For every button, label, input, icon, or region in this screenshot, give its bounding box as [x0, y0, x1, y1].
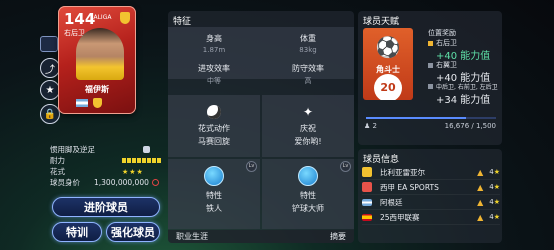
league-crest-icon — [362, 182, 372, 192]
traits-panel: 特征 身高 1.87m 体重 83kg 进攻效率 中等 防守效率 高 花式动作 … — [168, 11, 354, 243]
weight-value: 83kg — [299, 46, 317, 54]
chemistry-icon: ▲ — [477, 182, 484, 192]
card-league: LALIGA — [90, 14, 112, 21]
strengthen-player-button[interactable]: 强化球员 — [106, 222, 160, 242]
reward-3-pos: 中后卫, 右前卫, 左后卫 — [436, 84, 498, 91]
club-crest-icon — [362, 167, 372, 177]
attack-label: 进攻效率 — [198, 64, 230, 73]
skill-move-cell[interactable]: 花式动作 马赛回旋 — [168, 105, 260, 147]
season-name: 25西甲联赛 — [380, 212, 420, 222]
stamina-label: 耐力 — [50, 156, 65, 165]
league-name: 西甲 EA SPORTS — [380, 182, 439, 192]
trait2-cell[interactable]: 特性 铲球大师 — [262, 166, 354, 214]
foot-icon — [143, 146, 150, 153]
career-tab[interactable]: 职业生涯 — [176, 231, 208, 242]
talent-title: 球员天赋 — [363, 17, 400, 27]
club-badge-icon — [120, 12, 130, 24]
skill-label: 花式 — [50, 167, 65, 176]
celebration-value: 爱你哟! — [294, 137, 322, 146]
chemistry-icon: ▲ — [477, 212, 484, 222]
talent-footer: ♟ 2 16,676 / 1,500 — [364, 122, 496, 130]
lock-icon[interactable]: 🔒 — [40, 104, 60, 124]
player-summary: 惯用脚及逆足 耐力 花式 ★★★ 球员身价 1,300,000,000 — [50, 144, 162, 188]
football-icon — [207, 105, 221, 119]
talent-progress-bar — [366, 117, 496, 119]
shield-trait-icon — [298, 166, 318, 186]
value-row: 球员身价 1,300,000,000 — [50, 177, 162, 188]
player-value: 1,300,000,000 — [94, 178, 149, 187]
height-cell: 身高 1.87m — [168, 33, 260, 54]
traits-title: 特征 — [173, 17, 192, 27]
trait1-cell[interactable]: 特性 铁人 — [168, 166, 260, 214]
player-silhouette-icon: ⚽ — [375, 35, 401, 59]
trait1-value: 铁人 — [206, 204, 222, 213]
trait1-label: 特性 — [206, 191, 222, 200]
skill-move-value: 马赛回旋 — [198, 137, 230, 146]
talent-level: 20 — [374, 74, 402, 100]
celebration-icon: ✦ — [302, 105, 314, 119]
advance-player-button[interactable]: 进阶球员 — [52, 197, 160, 217]
value-label: 球员身价 — [50, 178, 80, 187]
height-label: 身高 — [206, 34, 222, 43]
weight-label: 体重 — [300, 34, 316, 43]
chemistry-icon: ▲ — [477, 167, 484, 177]
no-sale-icon — [151, 179, 159, 186]
talent-panel: 球员天赋 ⚽ 角斗士 20 位置奖励 右后卫 +40 能力值 右翼卫 +40 能… — [358, 11, 502, 145]
player-info-panel: 球员信息 比利亚雷亚尔 ▲ 4★ 西甲 EA SPORTS ▲ 4★ 阿根廷 ▲… — [358, 149, 502, 243]
summary-tab[interactable]: 摘要 — [330, 231, 346, 242]
skill-move-label: 花式动作 — [198, 124, 230, 133]
talent-foot-right: 16,676 / 1,500 — [444, 122, 496, 130]
info-row-club[interactable]: 比利亚雷亚尔 ▲ 4★ — [362, 165, 500, 180]
club-mini-badge-icon — [93, 98, 102, 108]
traits-footer: 职业生涯 摘要 — [168, 230, 354, 243]
info-row-league[interactable]: 西甲 EA SPORTS ▲ 4★ — [362, 180, 500, 195]
reward-3-value: +34 能力值 — [436, 95, 491, 106]
trait2-label: 特性 — [300, 191, 316, 200]
spain-flag-icon — [362, 213, 372, 221]
talent-badge[interactable]: ⚽ 角斗士 20 — [363, 28, 413, 100]
train-button[interactable]: 特训 — [52, 222, 102, 242]
foot-row: 惯用脚及逆足 — [50, 144, 162, 155]
player-portrait — [76, 28, 124, 80]
card-player-name: 福伊斯 — [85, 85, 109, 94]
player-card[interactable]: 144 LALIGA 右后卫 福伊斯 — [58, 6, 136, 114]
argentina-flag-icon — [76, 99, 88, 107]
talent-foot-left: ♟ 2 — [364, 122, 377, 130]
celebration-cell[interactable]: ✦ 庆祝 爱你哟! — [262, 105, 354, 147]
argentina-flag-icon — [362, 198, 372, 206]
defense-label: 防守效率 — [292, 64, 324, 73]
nation-name: 阿根廷 — [380, 197, 403, 207]
reward-line-3: 中后卫, 右前卫, 左后卫 — [428, 82, 498, 91]
celebration-label: 庆祝 — [300, 124, 316, 133]
skill-row: 花式 ★★★ — [50, 166, 162, 177]
stamina-bars — [122, 158, 161, 163]
diamond-trait-icon — [204, 166, 224, 186]
attack-value: 中等 — [207, 77, 221, 85]
position-reward-title: 位置奖励 — [428, 29, 456, 37]
talent-progress-fill — [366, 117, 467, 119]
info-row-season[interactable]: 25西甲联赛 ▲ 4★ — [362, 210, 500, 225]
height-value: 1.87m — [202, 46, 226, 54]
level-chip — [40, 36, 58, 52]
chemistry-icon: ▲ — [477, 197, 484, 207]
stamina-row: 耐力 — [50, 155, 162, 166]
attack-cell: 进攻效率 中等 — [168, 63, 260, 86]
skill-stars: ★★★ — [122, 167, 144, 176]
favorite-star-icon[interactable]: ★ — [40, 80, 60, 100]
trait2-value: 铲球大师 — [292, 204, 324, 213]
club-name: 比利亚雷亚尔 — [380, 167, 425, 177]
share-icon[interactable]: ⤴ — [40, 58, 60, 78]
info-row-nation[interactable]: 阿根廷 ▲ 4★ — [362, 195, 500, 210]
foot-label: 惯用脚及逆足 — [50, 145, 95, 154]
card-flags — [76, 98, 102, 108]
player-info-title: 球员信息 — [363, 155, 400, 165]
weight-cell: 体重 83kg — [262, 33, 354, 54]
defense-cell: 防守效率 高 — [262, 63, 354, 86]
defense-value: 高 — [304, 77, 312, 85]
